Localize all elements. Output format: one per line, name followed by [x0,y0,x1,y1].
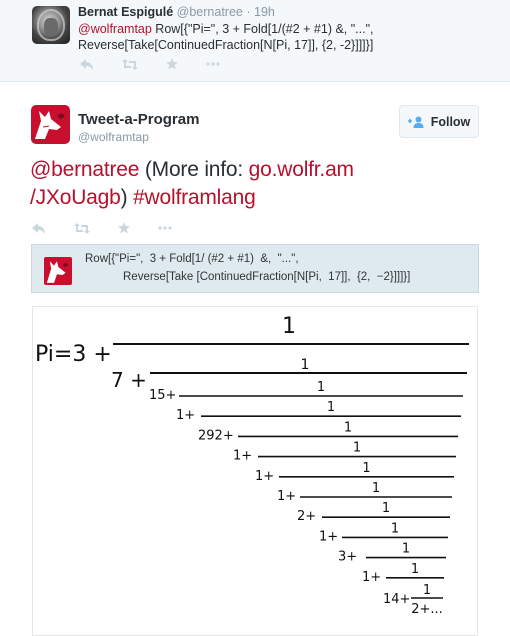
retweet-icon[interactable] [122,58,138,70]
cf-term: 1+ [255,469,274,484]
parent-tweet-text: @wolframtap Row[{"Pi=", 3 + Fold[1/(#2 +… [78,21,498,53]
parent-author-handle[interactable]: @bernatree [177,5,243,19]
cf-numerator: 1 [362,461,370,476]
cf-numerator: 1 [372,481,380,496]
follow-button[interactable]: Follow [399,105,479,138]
parent-tweet-header: Bernat Espigulé @bernatree · 19h [78,5,498,20]
parent-tweet-actions [80,58,220,70]
cf-term: 1+ [233,449,252,464]
wolf-logo-icon [35,111,65,139]
reply-icon[interactable] [32,222,46,234]
more-icon[interactable] [158,226,172,230]
cf-term: 14+ [383,592,410,607]
parent-tweet: Bernat Espigulé @bernatree · 19h @wolfra… [0,0,510,82]
cf-term: 1+ [277,489,296,504]
avatar-face-shape [44,18,58,36]
cf-numerator: 1 [353,441,361,456]
cf-numerator: 1 [382,501,390,516]
main-mention-link[interactable]: @bernatree [30,158,139,181]
hashtag-link[interactable]: #wolframlang [133,186,256,209]
reply-icon[interactable] [80,58,94,70]
cf-term: 1+ [319,529,338,544]
cf-term: 1+ [362,570,381,585]
retweet-icon[interactable] [74,222,90,234]
cf-numerator: 1 [327,400,335,415]
main-tweet-text: @bernatree (More info: go.wolfr.am/JXoUa… [30,156,480,212]
cf-term: 15+ [149,388,176,403]
code-line-1: Row[{"Pi=", 3 + Fold[1/ (#2 + #1) &, "..… [85,253,299,265]
parent-timestamp[interactable]: 19h [254,5,275,19]
favorite-icon[interactable] [118,222,130,234]
main-author-name[interactable]: Tweet-a-Program [78,111,199,128]
cf-term: 7 + [111,368,147,392]
add-user-icon [407,116,425,128]
cf-numerator: 1 [391,521,399,536]
main-text-plain1: (More info: [139,158,249,181]
parent-mention-link[interactable]: @wolframtap [78,22,152,36]
parent-separator: · [246,5,251,19]
cf-numerator: 1 [344,420,352,435]
cf-numerator: 1 [423,583,431,598]
follow-button-label: Follow [430,114,471,129]
main-author-handle[interactable]: @wolframtap [78,130,149,144]
continued-fraction-render: Pi=3 + 1 7 + 1 15+ 1 1+ 1 292+ 1 1+ 1 1+ 1 1+ 1 2+ 1 1+ 1 3+… [35,314,469,617]
wolfram-program-icon [44,257,72,285]
main-text-plain2: ) [120,186,134,209]
main-tweet-actions [32,222,172,234]
more-info-link[interactable]: go.wolfr.am [249,158,354,181]
parent-author-name[interactable]: Bernat Espigulé [78,5,173,19]
cf-tail: 2+... [411,602,443,617]
cf-prefix: Pi=3 + [35,342,112,367]
program-output-image: Pi=3 + 1 7 + 1 15+ 1 1+ 1 292+ 1 1+ 1 1+ 1 1+ 1 2+ 1 1+ 1 3+… [32,306,478,636]
cf-term: 292+ [198,428,234,443]
code-line-2: Reverse[Take [ContinuedFraction[N[Pi, 17… [123,271,411,283]
cf-numerator: 1 [317,380,325,395]
cf-numerator: 1 [301,357,310,373]
cf-term: 2+ [297,509,316,524]
avatar-bernatree[interactable] [32,6,70,44]
cf-numerator: 1 [411,562,419,577]
cf-numerator: 1 [402,542,410,557]
more-icon[interactable] [206,62,220,66]
avatar-wolframtap[interactable] [31,105,70,144]
code-input-box: Row[{"Pi=", 3 + Fold[1/ (#2 + #1) &, "..… [31,244,479,293]
cf-numerator: 1 [282,314,296,339]
favorite-icon[interactable] [166,58,178,70]
more-info-link-cont[interactable]: /JXoUagb [30,186,121,209]
parent-text-line1: Row[{"Pi=", 3 + Fold[1/(#2 + #1) &, "...… [151,22,374,36]
parent-tweet-body: Bernat Espigulé @bernatree · 19h @wolfra… [78,5,498,53]
cf-term: 1+ [176,408,195,423]
parent-text-line2: Reverse[Take[ContinuedFraction[N[Pi, 17]… [78,38,374,52]
cf-term: 3+ [338,550,357,565]
